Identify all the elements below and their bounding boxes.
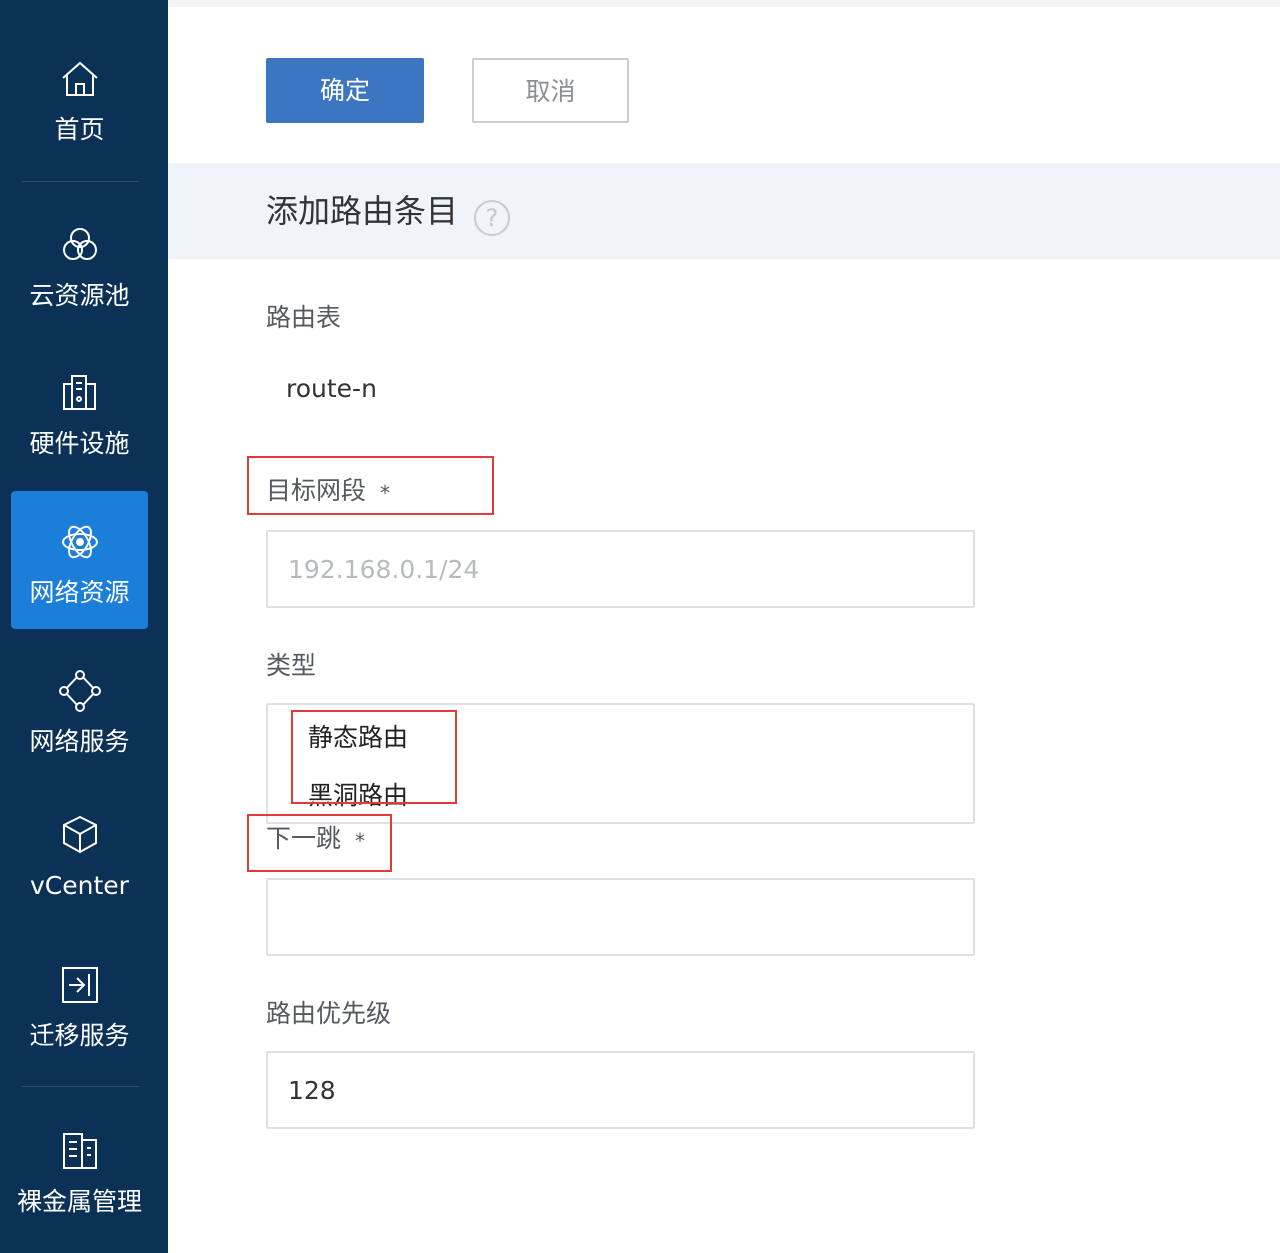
priority-label: 路由优先级 bbox=[266, 999, 392, 1028]
hardware-icon bbox=[57, 370, 103, 416]
target-segment-input[interactable] bbox=[266, 530, 975, 608]
network-resource-icon bbox=[57, 519, 103, 565]
cancel-button[interactable]: 取消 bbox=[472, 58, 629, 123]
type-options-list: 静态路由 黑洞路由 bbox=[266, 703, 975, 824]
top-strip bbox=[168, 0, 1280, 7]
sidebar: 首页 云资源池 硬件设施 网络资源 网络服务 vCenter 迁移服务 裸金属管… bbox=[0, 0, 168, 1253]
home-icon bbox=[57, 56, 103, 102]
next-hop-label: 下一跳 * bbox=[266, 824, 365, 854]
sidebar-item-hardware[interactable]: 硬件设施 bbox=[11, 342, 148, 480]
route-table-value: route-n bbox=[286, 374, 377, 403]
sidebar-item-network-service[interactable]: 网络服务 bbox=[11, 640, 148, 778]
section-header: 添加路由条目 ? bbox=[168, 163, 1280, 259]
required-mark: * bbox=[355, 829, 366, 853]
sidebar-item-home[interactable]: 首页 bbox=[11, 28, 148, 166]
confirm-button[interactable]: 确定 bbox=[266, 58, 424, 123]
sidebar-item-vcenter[interactable]: vCenter bbox=[11, 784, 148, 922]
sidebar-item-label: 硬件设施 bbox=[29, 429, 130, 458]
sidebar-item-label: 云资源池 bbox=[29, 281, 130, 310]
route-table-label: 路由表 bbox=[266, 303, 342, 332]
cube-icon bbox=[57, 812, 103, 858]
sidebar-item-label: 迁移服务 bbox=[29, 1021, 130, 1050]
target-segment-label: 目标网段 * bbox=[266, 476, 390, 506]
sidebar-divider bbox=[22, 181, 139, 182]
type-label: 类型 bbox=[266, 651, 317, 680]
help-icon[interactable]: ? bbox=[474, 200, 510, 236]
bare-metal-icon bbox=[57, 1128, 103, 1174]
sidebar-divider bbox=[22, 1086, 139, 1087]
next-hop-label-text: 下一跳 bbox=[266, 824, 342, 853]
sidebar-item-label: 网络资源 bbox=[29, 578, 130, 607]
next-hop-input[interactable] bbox=[266, 878, 975, 956]
required-mark: * bbox=[380, 481, 391, 505]
target-segment-label-text: 目标网段 bbox=[266, 476, 367, 505]
network-service-icon bbox=[57, 668, 103, 714]
type-option-static[interactable]: 静态路由 bbox=[308, 723, 408, 753]
type-option-blackhole[interactable]: 黑洞路由 bbox=[308, 781, 408, 811]
sidebar-item-label: vCenter bbox=[30, 871, 129, 900]
sidebar-item-network-resource[interactable]: 网络资源 bbox=[11, 491, 148, 629]
section-title: 添加路由条目 bbox=[266, 192, 459, 230]
sidebar-item-cloud-pool[interactable]: 云资源池 bbox=[11, 194, 148, 332]
cloud-pool-icon bbox=[57, 222, 103, 268]
migrate-icon bbox=[57, 962, 103, 1008]
sidebar-item-label: 网络服务 bbox=[29, 727, 130, 756]
sidebar-item-migrate[interactable]: 迁移服务 bbox=[11, 934, 148, 1072]
sidebar-item-bare-metal[interactable]: 裸金属管理 bbox=[11, 1100, 148, 1238]
priority-input[interactable] bbox=[266, 1051, 975, 1129]
sidebar-item-label: 裸金属管理 bbox=[16, 1187, 142, 1216]
sidebar-item-label: 首页 bbox=[54, 115, 105, 144]
main-content: 确定 取消 添加路由条目 ? 路由表 route-n 目标网段 * 类型 静态路由… bbox=[168, 0, 1280, 1253]
